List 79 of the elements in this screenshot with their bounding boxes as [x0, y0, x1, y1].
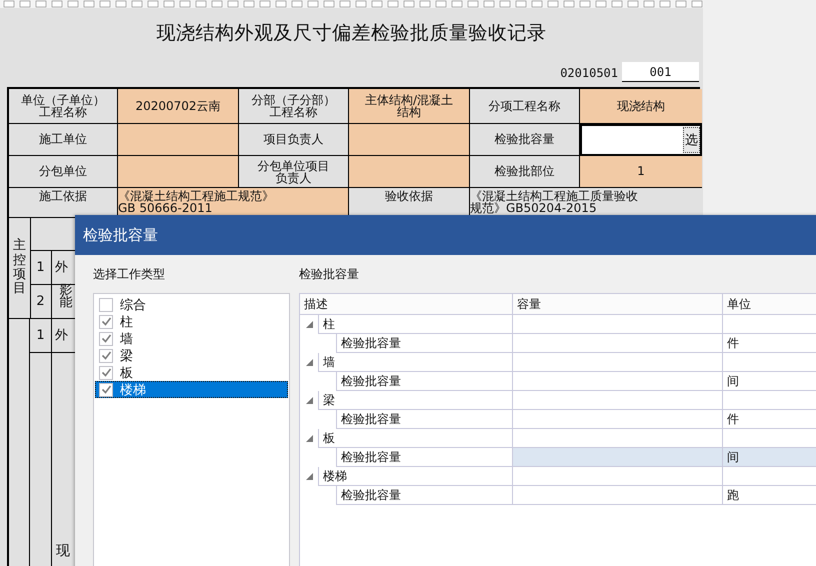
cell-text: 主体结构/混凝土 — [364, 94, 454, 106]
cell-text: 《混凝土结构工程施工质量验收 — [470, 190, 638, 202]
item-text: 现 — [56, 542, 70, 560]
value-cell[interactable]: 主体结构/混凝土 结构 — [349, 89, 470, 124]
item-number: 2 — [30, 285, 52, 319]
column-header[interactable]: 描述 — [300, 294, 513, 314]
cell-text: 规范》GB50204-2015 — [470, 202, 597, 214]
form-code: 02010501 — [560, 66, 618, 82]
value-cell[interactable]: 《混凝土结构工程施工规范》 GB 50666-2011 — [118, 188, 349, 218]
capacity-cell[interactable] — [513, 334, 723, 353]
cell-text: 工程名称 — [270, 106, 318, 118]
tree-cell: 墙 — [318, 353, 512, 372]
capacity-cell[interactable] — [513, 448, 723, 467]
unit-cell: 件 — [723, 410, 816, 429]
checkbox[interactable] — [99, 366, 113, 380]
value-cell[interactable]: 20200702云南 — [118, 89, 239, 124]
section-label: 主控项目 — [9, 218, 31, 319]
unit-cell: 件 — [723, 334, 816, 353]
expand-icon[interactable] — [306, 397, 313, 404]
expand-icon[interactable] — [306, 321, 313, 328]
capacity-cell[interactable] — [513, 486, 723, 505]
unit-cell: 间 — [723, 372, 816, 391]
cell-text: 结构 — [397, 106, 421, 118]
label-cell: 分包单位 — [9, 156, 118, 188]
panel-label: 选择工作类型 — [93, 267, 166, 281]
column-header[interactable]: 容量 — [513, 294, 723, 314]
item-text: 影 — [60, 285, 72, 297]
tree-cell: 检验批容量 — [336, 410, 512, 429]
panel-label: 检验批容量 — [299, 267, 360, 281]
unit-cell: 间 — [723, 448, 816, 467]
form-title: 现浇结构外观及尺寸偏差检验批质量验收记录 — [156, 20, 546, 46]
tree-cell: 检验批容量 — [336, 372, 512, 391]
input-field[interactable]: 选 — [580, 124, 702, 156]
list-item[interactable]: 墙 — [95, 330, 288, 347]
cell-text: 工程名称 — [39, 106, 87, 118]
label-cell: 项目负责人 — [239, 124, 349, 156]
checkbox[interactable] — [99, 382, 113, 396]
tree-cell: 检验批容量 — [336, 486, 512, 505]
item-text: 能 — [60, 297, 72, 309]
list-item[interactable]: 梁 — [95, 347, 288, 364]
select-button[interactable]: 选 — [683, 127, 700, 153]
tree-cell: 板 — [318, 429, 512, 448]
checkbox[interactable] — [99, 332, 113, 346]
label-cell: 施工依据 — [9, 188, 118, 218]
label-cell: 检验批容量 — [470, 124, 580, 156]
capacity-cell[interactable] — [513, 410, 723, 429]
item-number: 1 — [30, 251, 52, 285]
expand-icon[interactable] — [306, 435, 313, 442]
cell-text: 《混凝土结构工程施工规范》 — [118, 190, 274, 202]
checkbox[interactable] — [99, 348, 113, 362]
capacity-cell[interactable] — [513, 372, 723, 391]
label-cell: 分项工程名称 — [470, 89, 580, 124]
serial-field[interactable]: 001 — [622, 62, 699, 82]
unit-cell: 跑 — [723, 486, 816, 505]
cell-text: 负责人 — [276, 172, 312, 184]
cell-text: 单位（子单位） — [21, 94, 105, 106]
expand-icon[interactable] — [306, 473, 313, 480]
list-item[interactable]: 综合 — [95, 296, 288, 313]
dialog-title: 检验批容量 — [83, 226, 158, 244]
tree-cell: 柱 — [318, 315, 512, 334]
checkbox[interactable] — [99, 314, 113, 328]
column-header[interactable]: 单位 — [723, 294, 816, 314]
checkbox[interactable] — [99, 298, 113, 312]
list-item[interactable]: 楼梯 — [95, 381, 288, 398]
item-number: 1 — [30, 319, 52, 353]
tree-cell: 楼梯 — [318, 467, 512, 486]
cell-text: GB 50666-2011 — [118, 202, 212, 214]
label-cell: 检验批部位 — [470, 156, 580, 188]
cell-text: 分包单位项目 — [258, 160, 330, 172]
label-cell: 施工单位 — [9, 124, 118, 156]
list-item[interactable]: 板 — [95, 364, 288, 381]
tree-cell: 检验批容量 — [336, 448, 512, 467]
tree-cell: 检验批容量 — [336, 334, 512, 353]
tree-cell: 梁 — [318, 391, 512, 410]
value-cell[interactable]: 1 — [580, 156, 702, 188]
cell-text: 分部（子分部） — [252, 94, 336, 106]
list-item[interactable]: 柱 — [95, 313, 288, 330]
expand-icon[interactable] — [306, 359, 313, 366]
value-cell[interactable]: 现浇结构 — [580, 89, 702, 124]
